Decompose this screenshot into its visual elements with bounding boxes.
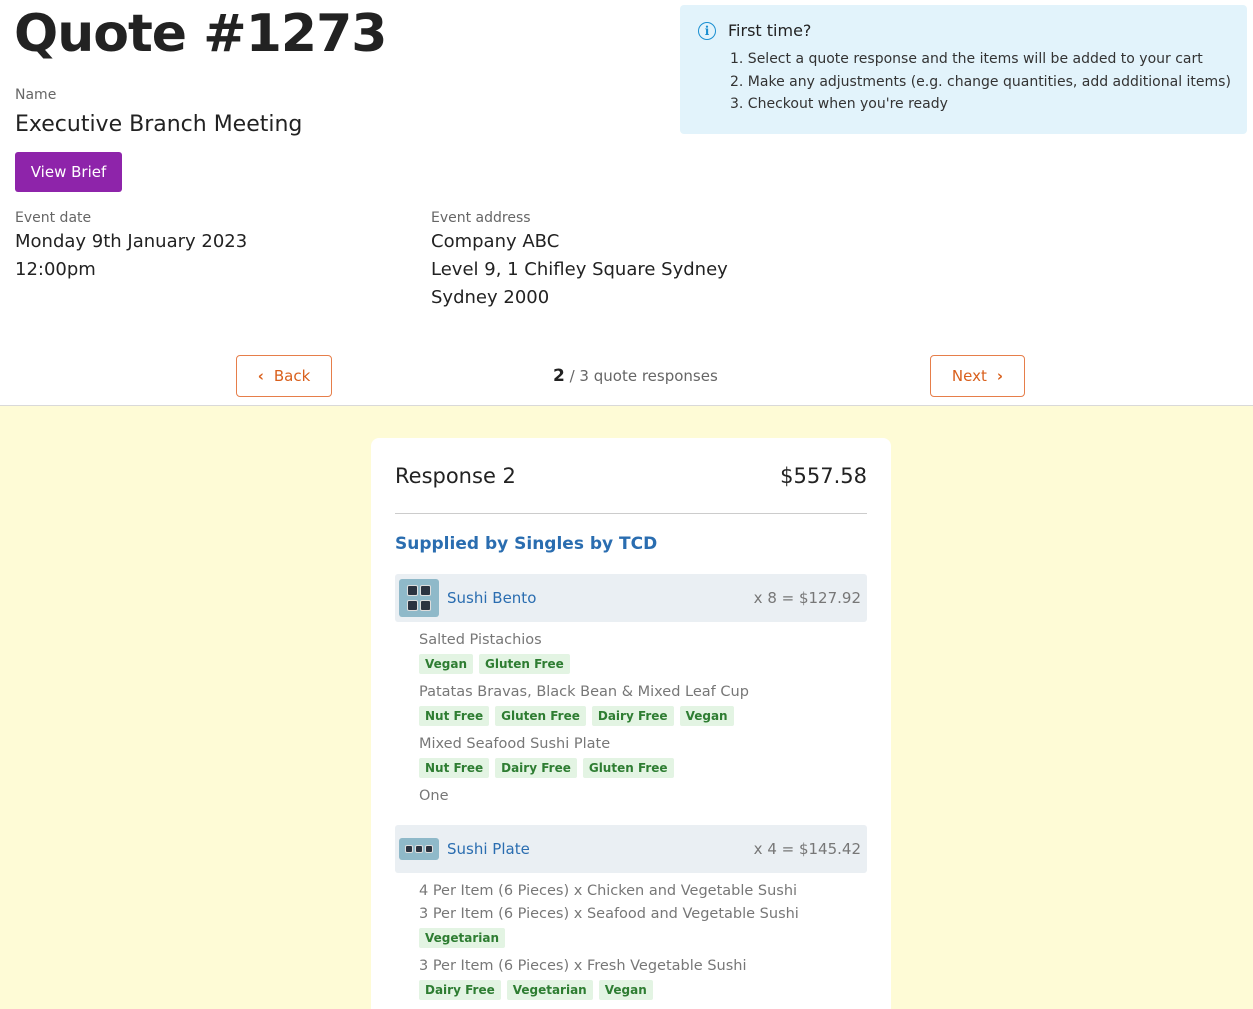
info-step: 1. Select a quote response and the items… <box>730 51 1203 67</box>
info-step: 2. Make any adjustments (e.g. change qua… <box>730 73 1231 90</box>
event-name: Executive Branch Meeting <box>15 112 303 137</box>
address-line-1: Company ABC <box>431 231 560 252</box>
address-line-3: Sydney 2000 <box>431 287 550 308</box>
component-item: 4 Per Item (6 Pieces) x Chicken and Vege… <box>419 880 867 948</box>
line-item-row[interactable]: Sushi Bento x 8 = $127.92 <box>395 574 867 622</box>
dietary-tag: Nut Free <box>419 758 490 778</box>
view-brief-button[interactable]: View Brief <box>15 152 122 192</box>
component-name: Mixed Seafood Sushi Plate <box>419 736 611 752</box>
address-line-2: Level 9, 1 Chifley Square Sydney <box>431 259 728 280</box>
item-name-link[interactable]: Sushi Plate <box>447 840 754 858</box>
item-quantity-price: x 8 = $127.92 <box>753 589 861 607</box>
response-title: Response 2 <box>395 463 516 488</box>
component-item: Salted Pistachios Vegan Gluten Free <box>419 629 867 674</box>
response-pager: 2 / 3 quote responses <box>553 366 718 386</box>
item-name-link[interactable]: Sushi Bento <box>447 589 754 607</box>
component-name: Patatas Bravas, Black Bean & Mixed Leaf … <box>419 684 749 700</box>
event-time: 12:00pm <box>15 259 96 280</box>
chevron-right-icon: › <box>996 367 1004 385</box>
info-steps: 1. Select a quote response and the items… <box>698 48 1231 116</box>
dietary-tag: Dairy Free <box>419 980 501 1000</box>
current-response-number: 2 <box>553 366 565 386</box>
item-components: 4 Per Item (6 Pieces) x Chicken and Vege… <box>395 880 867 1000</box>
dietary-tag: Vegan <box>679 706 734 726</box>
dietary-tags: Nut Free Dairy Free Gluten Free <box>419 758 867 778</box>
component-name: One <box>419 788 449 804</box>
component-name: 3 Per Item (6 Pieces) x Fresh Vegetable … <box>419 958 747 974</box>
item-components: Salted Pistachios Vegan Gluten Free Pata… <box>395 629 867 808</box>
event-date: Monday 9th January 2023 <box>15 231 248 252</box>
first-time-info-box: i First time? 1. Select a quote response… <box>680 5 1247 134</box>
component-name: Salted Pistachios <box>419 632 542 648</box>
back-label: Back <box>273 367 311 385</box>
component-name: 4 Per Item (6 Pieces) x Chicken and Vege… <box>419 883 798 899</box>
dietary-tag: Gluten Free <box>582 758 674 778</box>
sushi-plate-thumbnail <box>399 838 439 860</box>
supplier-name: Supplied by Singles by TCD <box>395 534 658 554</box>
name-label: Name <box>15 87 57 103</box>
dietary-tag: Vegetarian <box>419 928 506 948</box>
page-title: Quote #1273 <box>14 4 387 64</box>
dietary-tags: Vegan Gluten Free <box>419 654 867 674</box>
info-title: First time? <box>728 21 812 40</box>
event-date-block: Event date Monday 9th January 2023 12:00… <box>15 210 247 284</box>
chevron-left-icon: ‹ <box>257 367 264 385</box>
component-item: Patatas Bravas, Black Bean & Mixed Leaf … <box>419 681 867 726</box>
next-label: Next <box>951 367 987 385</box>
next-button[interactable]: Next › <box>930 355 1025 397</box>
response-total: $557.58 <box>780 463 867 488</box>
dietary-tag: Gluten Free <box>495 706 586 726</box>
sushi-bento-thumbnail <box>399 579 439 617</box>
line-item-row[interactable]: Sushi Plate x 4 = $145.42 <box>395 825 867 873</box>
component-item: One <box>419 785 867 808</box>
event-address-label: Event address <box>431 210 531 226</box>
item-quantity-price: x 4 = $145.42 <box>753 840 861 858</box>
response-header: Response 2 $557.58 <box>395 438 867 514</box>
info-icon: i <box>698 21 716 40</box>
dietary-tag: Vegan <box>419 654 473 674</box>
component-name: 3 Per Item (6 Pieces) x Seafood and Vege… <box>419 906 799 922</box>
dietary-tag: Dairy Free <box>591 706 674 726</box>
dietary-tags: Vegetarian <box>419 928 867 948</box>
response-count-text: / 3 quote responses <box>564 367 718 385</box>
dietary-tags: Nut Free Gluten Free Dairy Free Vegan <box>419 706 867 726</box>
event-address-block: Event address Company ABC Level 9, 1 Chi… <box>431 210 728 312</box>
dietary-tag: Vegetarian <box>506 980 593 1000</box>
back-button[interactable]: ‹ Back <box>236 355 332 397</box>
component-item: Mixed Seafood Sushi Plate Nut Free Dairy… <box>419 733 867 778</box>
dietary-tag: Nut Free <box>419 706 490 726</box>
response-card[interactable]: Response 2 $557.58 Supplied by Singles b… <box>371 438 891 1009</box>
dietary-tag: Vegan <box>598 980 653 1000</box>
component-item: 3 Per Item (6 Pieces) x Fresh Vegetable … <box>419 955 867 1000</box>
dietary-tag: Gluten Free <box>479 654 570 674</box>
dietary-tags: Dairy Free Vegetarian Vegan <box>419 980 867 1000</box>
event-date-label: Event date <box>15 210 92 226</box>
dietary-tag: Dairy Free <box>495 758 577 778</box>
info-step: 3. Checkout when you're ready <box>730 96 948 112</box>
